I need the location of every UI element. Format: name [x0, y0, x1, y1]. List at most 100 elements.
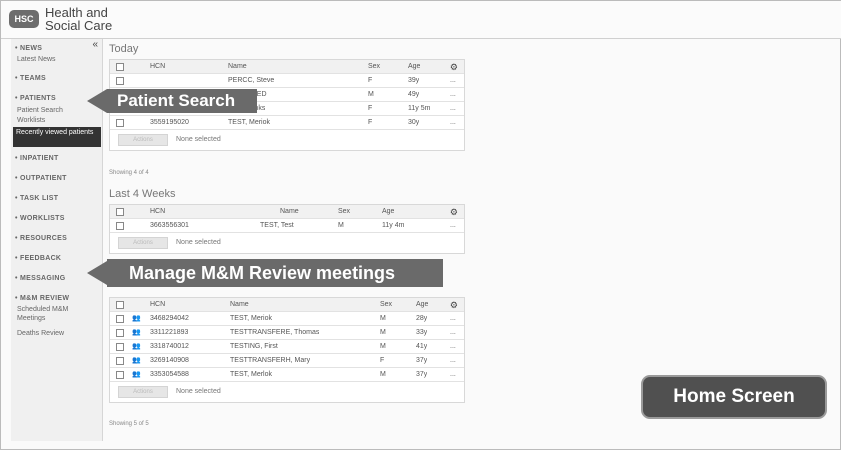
- row-checkbox[interactable]: [116, 371, 124, 379]
- cell-sex: M: [380, 329, 386, 336]
- cell-hcn: 3353054588: [150, 371, 189, 378]
- cell-hcn: 3311221893: [150, 329, 189, 336]
- nav-scheduled-mm[interactable]: Scheduled M&M Meetings: [17, 305, 97, 323]
- row-more-button[interactable]: ...: [450, 88, 456, 102]
- cell-name[interactable]: TEST, Meriok: [228, 116, 270, 130]
- col-name[interactable]: Name: [280, 205, 299, 219]
- row-more-button[interactable]: ...: [450, 219, 456, 233]
- row-checkbox[interactable]: [116, 77, 124, 85]
- last4-table: HCN Name Sex Age ⚙ 3663556301 TEST, Test…: [109, 204, 465, 254]
- nav-patient-search[interactable]: Patient Search: [17, 106, 63, 115]
- select-all-checkbox[interactable]: [116, 63, 124, 71]
- cell-sex: F: [368, 105, 373, 112]
- col-hcn[interactable]: HCN: [150, 298, 165, 312]
- table-row[interactable]: 3663556301 TEST, Test M 11y 4m ...: [110, 219, 464, 233]
- row-checkbox[interactable]: [116, 222, 124, 230]
- actions-button[interactable]: Actions: [118, 134, 168, 146]
- cell-name[interactable]: PERCC, Steve: [228, 74, 274, 88]
- cell-age: 37y: [416, 371, 428, 378]
- row-more-button[interactable]: ...: [450, 74, 456, 88]
- cell-sex: M: [368, 91, 374, 98]
- nav-recently-viewed[interactable]: Recently viewed patients: [13, 127, 101, 147]
- table-row[interactable]: 👥 3311221893 TESTTRANSFERE, Thomas M 33y…: [110, 326, 464, 340]
- cell-sex: F: [368, 77, 373, 84]
- cell-age: 41y: [416, 343, 428, 350]
- col-age[interactable]: Age: [416, 298, 428, 312]
- table-row[interactable]: 👥 3318740012 TESTING, First M 41y ...: [110, 340, 464, 354]
- nav-feedback[interactable]: • FEEDBACK: [15, 253, 61, 264]
- col-hcn[interactable]: HCN: [150, 60, 165, 74]
- select-all-checkbox[interactable]: [116, 301, 124, 309]
- nav-worklists-sub[interactable]: Worklists: [17, 116, 45, 125]
- row-checkbox[interactable]: [116, 119, 124, 127]
- table-row[interactable]: PERCC, Steve F 39y ...: [110, 74, 464, 88]
- nav-messaging[interactable]: • MESSAGING: [15, 273, 65, 284]
- showing-count: Showing 4 of 4: [109, 170, 149, 176]
- nav-latest-news[interactable]: Latest News: [17, 55, 56, 64]
- nav-mm-review[interactable]: • M&M REVIEW: [15, 293, 69, 304]
- cell-age: 11y 4m: [382, 222, 405, 229]
- row-checkbox[interactable]: [116, 343, 124, 351]
- table-row[interactable]: 👥 3468294042 TEST, Meriok M 28y ...: [110, 312, 464, 326]
- row-more-button[interactable]: ...: [450, 340, 456, 354]
- callout-mm-review: Manage M&M Review meetings: [107, 259, 443, 287]
- row-checkbox[interactable]: [116, 329, 124, 337]
- collapse-icon[interactable]: «: [92, 39, 98, 50]
- nav-patients[interactable]: • PATIENTS: [15, 93, 56, 104]
- nav-deaths-review[interactable]: Deaths Review: [17, 329, 64, 338]
- col-sex[interactable]: Sex: [338, 205, 350, 219]
- col-sex[interactable]: Sex: [380, 298, 392, 312]
- arrow-left-icon: [87, 89, 107, 113]
- table-row[interactable]: 3559195020 TEST, Meriok F 30y ...: [110, 116, 464, 130]
- row-more-button[interactable]: ...: [450, 102, 456, 116]
- row-more-button[interactable]: ...: [450, 116, 456, 130]
- hsc-logo: HSC: [9, 10, 39, 28]
- person-icon: 👥: [132, 371, 141, 378]
- brand-name: Health and Social Care: [45, 6, 112, 32]
- nav-resources[interactable]: • RESOURCES: [15, 233, 67, 244]
- cell-sex: M: [380, 315, 386, 322]
- cell-age: 33y: [416, 329, 428, 336]
- nav-task-list[interactable]: • TASK LIST: [15, 193, 58, 204]
- person-icon: 👥: [132, 357, 141, 364]
- cell-hcn: 3663556301: [150, 222, 189, 229]
- cell-name[interactable]: TEST, Test: [260, 219, 294, 233]
- cell-name[interactable]: TESTING, First: [230, 340, 278, 354]
- row-checkbox[interactable]: [116, 315, 124, 323]
- nav-worklists[interactable]: • WORKLISTS: [15, 213, 65, 224]
- col-sex[interactable]: Sex: [368, 60, 380, 74]
- table-row[interactable]: 👥 3269140908 TESTTRANSFERH, Mary F 37y .…: [110, 354, 464, 368]
- table-footer: Actions None selected: [110, 233, 464, 253]
- cell-name[interactable]: TESTTRANSFERH, Mary: [230, 354, 310, 368]
- nav-outpatient[interactable]: • OUTPATIENT: [15, 173, 67, 184]
- col-name[interactable]: Name: [228, 60, 247, 74]
- row-more-button[interactable]: ...: [450, 354, 456, 368]
- table-row[interactable]: 👥 3353054588 TEST, Merlok M 37y ...: [110, 368, 464, 382]
- cell-age: 11y 5m: [408, 105, 431, 112]
- gear-icon[interactable]: ⚙: [450, 205, 458, 219]
- cell-sex: F: [368, 119, 373, 126]
- cell-name[interactable]: TEST, Merlok: [230, 368, 272, 382]
- row-checkbox[interactable]: [116, 357, 124, 365]
- cell-age: 37y: [416, 357, 428, 364]
- col-hcn[interactable]: HCN: [150, 205, 165, 219]
- actions-button[interactable]: Actions: [118, 237, 168, 249]
- cell-age: 49y: [408, 91, 420, 98]
- nav-news[interactable]: • NEWS: [15, 43, 42, 54]
- person-icon: 👥: [132, 343, 141, 350]
- actions-button[interactable]: Actions: [118, 386, 168, 398]
- row-more-button[interactable]: ...: [450, 326, 456, 340]
- gear-icon[interactable]: ⚙: [450, 60, 458, 74]
- cell-name[interactable]: TEST, Meriok: [230, 312, 272, 326]
- cell-name[interactable]: TESTTRANSFERE, Thomas: [230, 326, 319, 340]
- row-more-button[interactable]: ...: [450, 368, 456, 382]
- col-age[interactable]: Age: [408, 60, 420, 74]
- row-more-button[interactable]: ...: [450, 312, 456, 326]
- cell-sex: M: [338, 222, 344, 229]
- nav-teams[interactable]: • TEAMS: [15, 73, 46, 84]
- col-age[interactable]: Age: [382, 205, 394, 219]
- select-all-checkbox[interactable]: [116, 208, 124, 216]
- nav-inpatient[interactable]: • INPATIENT: [15, 153, 59, 164]
- gear-icon[interactable]: ⚙: [450, 298, 458, 312]
- col-name[interactable]: Name: [230, 298, 249, 312]
